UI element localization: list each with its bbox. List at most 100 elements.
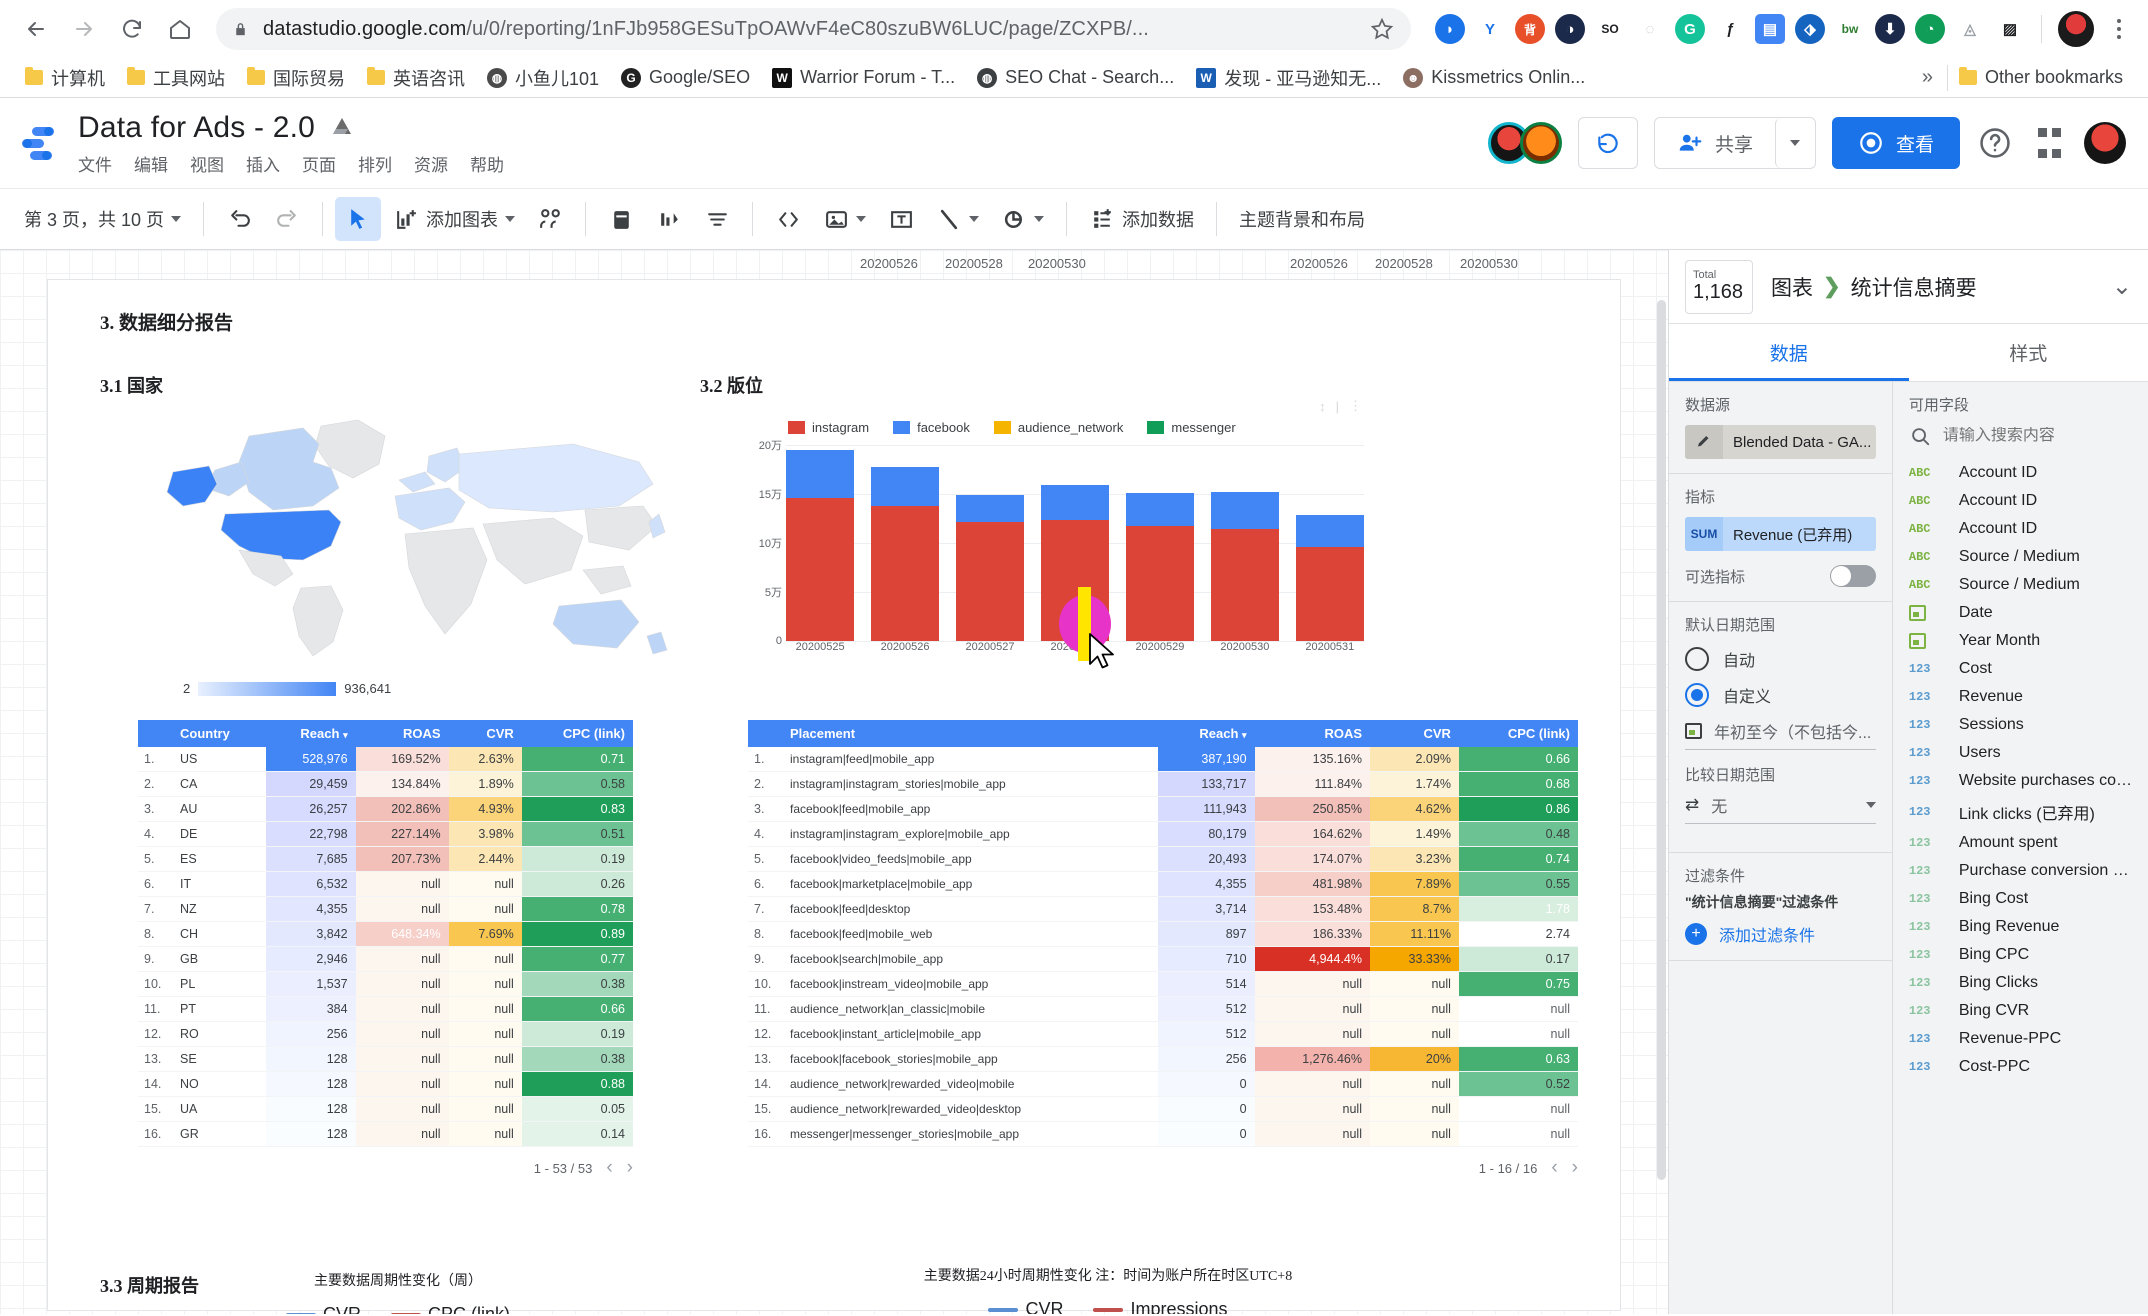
menu-item-insert[interactable]: 插入 xyxy=(246,151,280,176)
table-row[interactable]: 15. audience_network|rewarded_video|deskt… xyxy=(748,1096,1578,1122)
field-list-item[interactable]: 123 Bing CPC xyxy=(1893,941,2148,969)
col-roas[interactable]: ROAS xyxy=(355,720,449,747)
legend-impressions[interactable]: Impressions xyxy=(1093,1299,1228,1314)
legend-instagram[interactable]: instagram xyxy=(788,420,869,435)
placement-table[interactable]: Placement Reach ▾ ROAS CVR CPC (link) 1.… xyxy=(748,720,1578,1179)
reload-icon[interactable] xyxy=(110,7,154,51)
field-list-item[interactable]: ABC Account ID xyxy=(1893,459,2148,487)
extension-icon-6[interactable]: G xyxy=(1675,14,1705,44)
bookmark-item[interactable]: ◍ SEO Chat - Search... xyxy=(966,62,1185,94)
bookmark-star-icon[interactable] xyxy=(1369,16,1395,42)
field-list-item[interactable]: ABC Source / Medium xyxy=(1893,571,2148,599)
table-row[interactable]: 5. facebook|video_feeds|mobile_app 20,493 1… xyxy=(748,846,1578,872)
table-row[interactable]: 1. US 528,976 169.52% 2.63% 0.71 xyxy=(138,747,633,772)
field-list-item[interactable]: ABC Account ID xyxy=(1893,487,2148,515)
extension-icon-5[interactable]: ◌ xyxy=(1635,14,1665,44)
table-row[interactable]: 1. instagram|feed|mobile_app 387,190 135.16… xyxy=(748,747,1578,772)
bookmark-item[interactable]: 计算机 xyxy=(14,62,116,94)
collapse-panel-icon[interactable]: ⌄ xyxy=(2112,272,2132,301)
bar-column[interactable] xyxy=(786,445,855,641)
bookmark-item[interactable]: ☻ Kissmetrics Onlin... xyxy=(1392,62,1596,94)
select-tool-button[interactable] xyxy=(335,197,382,241)
table-row[interactable]: 10. facebook|instream_video|mobile_app 514… xyxy=(748,971,1578,997)
table-row[interactable]: 7. facebook|feed|desktop 3,714 153.48% 8.7% 1… xyxy=(748,896,1578,922)
prev-page-icon[interactable]: ‹ xyxy=(606,1157,612,1179)
field-list-item[interactable]: 123 Bing Revenue xyxy=(1893,913,2148,941)
control-button[interactable] xyxy=(646,197,692,241)
bookmark-item[interactable]: 英语咨讯 xyxy=(356,62,476,94)
date-range-value-input[interactable]: 年初至今（不包括今... xyxy=(1685,719,1876,750)
chrome-menu-icon[interactable] xyxy=(2104,19,2134,39)
radio-auto[interactable] xyxy=(1685,647,1709,671)
radio-custom[interactable] xyxy=(1685,683,1709,707)
legend-messenger[interactable]: messenger xyxy=(1147,420,1236,435)
canvas-scrollbar[interactable] xyxy=(1657,300,1666,1180)
menu-item-file[interactable]: 文件 xyxy=(78,151,112,176)
extension-icon-12[interactable]: ◔ xyxy=(1915,14,1945,44)
field-search-row[interactable] xyxy=(1893,421,2148,459)
menu-item-resource[interactable]: 资源 xyxy=(414,151,448,176)
field-list-item[interactable]: 123 Cost-PPC xyxy=(1893,1053,2148,1081)
date-range-auto-option[interactable]: 自动 xyxy=(1685,647,1876,671)
bookmark-item[interactable]: W Warrior Forum - T... xyxy=(761,62,966,94)
bar-column[interactable] xyxy=(870,445,940,641)
embed-button[interactable] xyxy=(765,197,811,241)
account-avatar[interactable] xyxy=(2084,122,2126,164)
field-list-item[interactable]: 123 Revenue xyxy=(1893,683,2148,711)
community-viz-button[interactable] xyxy=(527,197,573,241)
extension-icon-10[interactable]: bw xyxy=(1835,14,1865,44)
col-reach[interactable]: Reach ▾ xyxy=(1158,720,1255,747)
optional-metric-toggle[interactable] xyxy=(1829,565,1876,587)
legend-cvr[interactable]: CVR xyxy=(988,1299,1063,1314)
table-row[interactable]: 12. RO 256 null null 0.19 xyxy=(138,1021,633,1047)
col-cvr[interactable]: CVR xyxy=(448,720,522,747)
bar-column[interactable] xyxy=(1125,445,1195,641)
table-row[interactable]: 3. facebook|feed|mobile_app 111,943 250.85%… xyxy=(748,796,1578,822)
field-list-item[interactable]: 123 Bing Cost xyxy=(1893,885,2148,913)
field-list-item[interactable]: 123 Amount spent xyxy=(1893,829,2148,857)
bookmark-item[interactable]: 工具网站 xyxy=(116,62,236,94)
report-page[interactable]: 3. 数据细分报告 3.1 国家 3.2 版位 3.3 周期报告 2 936,6… xyxy=(48,280,1620,1314)
col-reach[interactable]: Reach ▾ xyxy=(265,720,356,747)
home-icon[interactable] xyxy=(158,7,202,51)
aggregation-label[interactable]: SUM xyxy=(1685,517,1723,551)
field-list-item[interactable]: 123 Sessions xyxy=(1893,711,2148,739)
edit-pencil-icon[interactable] xyxy=(1685,425,1723,459)
table-row[interactable]: 14. audience_network|rewarded_video|mobil… xyxy=(748,1071,1578,1097)
drive-icon[interactable] xyxy=(329,116,355,140)
extension-icon-1[interactable]: Y xyxy=(1475,14,1505,44)
extension-icon-0[interactable]: ◗ xyxy=(1435,14,1465,44)
next-page-icon[interactable]: › xyxy=(627,1157,633,1179)
col-roas[interactable]: ROAS xyxy=(1254,720,1370,747)
extension-icon-8[interactable]: ▤ xyxy=(1755,14,1785,44)
table-row[interactable]: 7. NZ 4,355 null null 0.78 xyxy=(138,896,633,922)
table-row[interactable]: 8. CH 3,842 648.34% 7.69% 0.89 xyxy=(138,921,633,947)
table-row[interactable]: 16. messenger|messenger_stories|mobile_ap… xyxy=(748,1121,1578,1147)
extension-icon-13[interactable]: ◬ xyxy=(1955,14,1985,44)
add-data-button[interactable]: 添加数据 xyxy=(1079,197,1204,241)
help-icon[interactable] xyxy=(1976,124,2014,162)
theme-layout-button[interactable]: 主题背景和布局 xyxy=(1229,197,1375,241)
shape-button[interactable] xyxy=(991,197,1054,241)
date-range-custom-option[interactable]: 自定义 xyxy=(1685,683,1876,707)
field-list-item[interactable]: 123 Purchase conversion … xyxy=(1893,857,2148,885)
bar-column[interactable] xyxy=(955,445,1025,641)
placement-bar-chart[interactable]: ↕ | ⋮ instagram facebook audience_networ… xyxy=(748,398,1368,730)
google-apps-icon[interactable] xyxy=(2030,124,2068,162)
sort-icon[interactable]: ↕ xyxy=(1319,399,1326,414)
table-row[interactable]: 9. facebook|search|mobile_app 710 4,944.4% 3… xyxy=(748,946,1578,972)
tab-style[interactable]: 样式 xyxy=(1909,324,2148,381)
menu-item-page[interactable]: 页面 xyxy=(302,151,336,176)
table-row[interactable]: 12. facebook|instant_article|mobile_app 51… xyxy=(748,1021,1578,1047)
add-chart-button[interactable]: 添加图表 xyxy=(383,197,525,241)
col-country[interactable]: Country xyxy=(172,720,266,747)
share-dropdown-icon[interactable] xyxy=(1774,118,1815,168)
hourly-cycle-chart[interactable]: 主要数据24小时周期性变化 注：时间为账户所在时区UTC+8 CVR Impre… xyxy=(708,1265,1508,1314)
legend-cvr[interactable]: CVR xyxy=(285,1304,361,1314)
table-row[interactable]: 6. IT 6,532 null null 0.26 xyxy=(138,871,633,897)
refresh-button[interactable] xyxy=(1577,117,1638,169)
table-row[interactable]: 2. instagram|instagram_stories|mobile_app… xyxy=(748,771,1578,797)
table-row[interactable]: 10. PL 1,537 null null 0.38 xyxy=(138,971,633,997)
table-row[interactable]: 4. instagram|instagram_explore|mobile_app… xyxy=(748,821,1578,847)
extension-icon-3[interactable]: ◑ xyxy=(1555,14,1585,44)
